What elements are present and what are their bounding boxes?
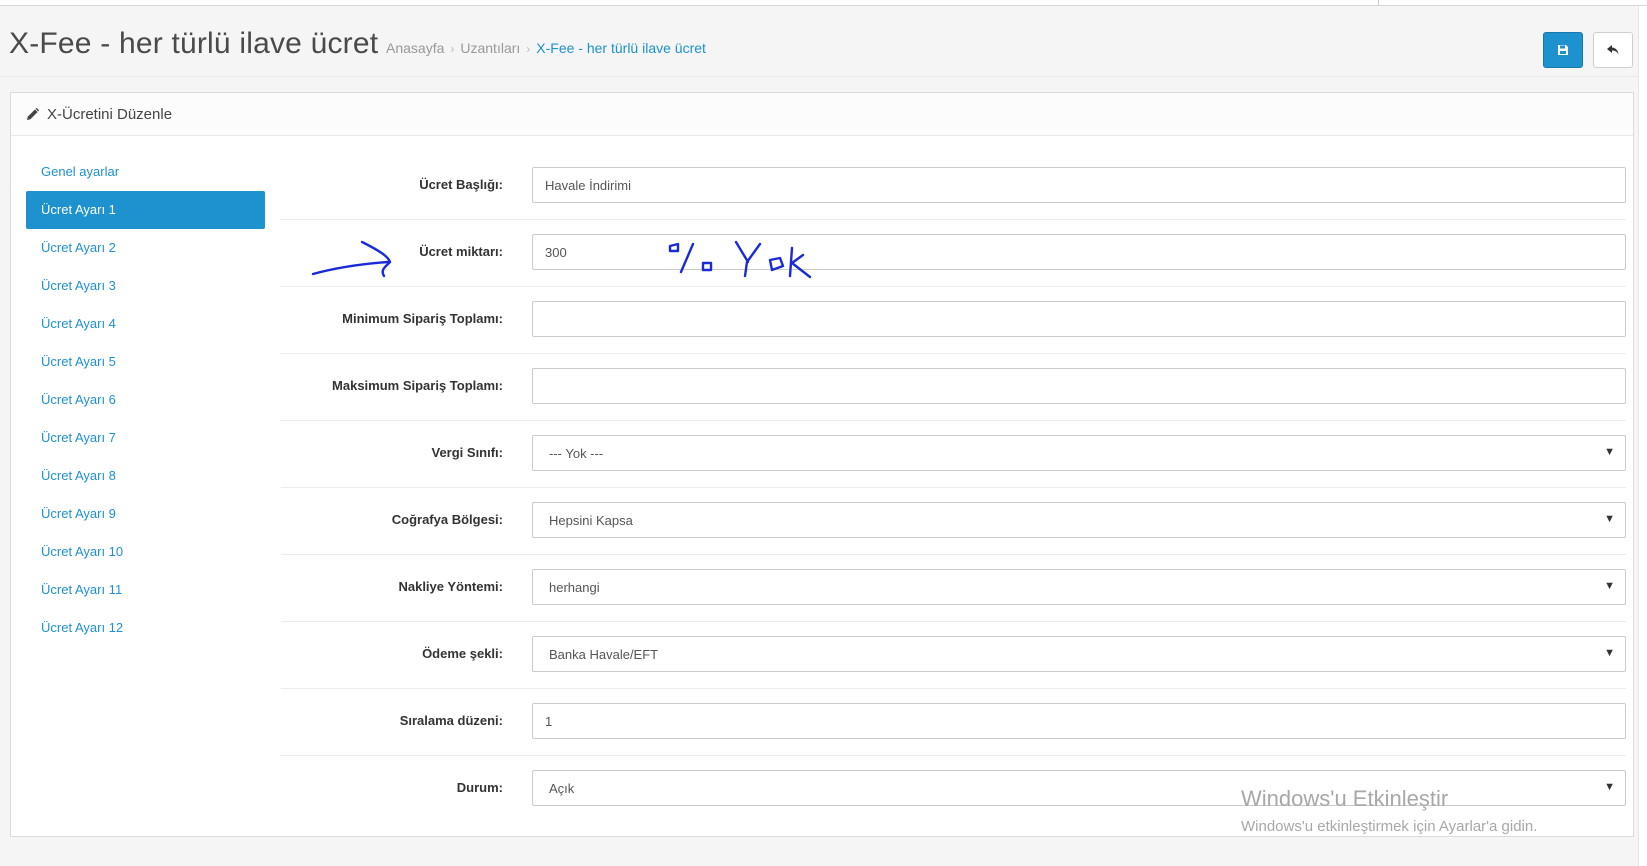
shipping-method-value: herhangi [549,579,600,595]
geo-zone-label: Coğrafya Bölgesi: [391,512,503,527]
payment-method-label: Ödeme şekli: [422,646,503,661]
windows-activation-watermark: Windows'u Etkinleştir Windows'u etkinleş… [1241,786,1537,835]
fee-amount-label: Ücret miktarı: [419,244,503,259]
tax-class-select[interactable]: --- Yok --- ▼ [532,435,1626,471]
geo-zone-value: Hepsini Kapsa [549,512,633,528]
nav-item-fee-12[interactable]: Ücret Ayarı 12 [26,609,265,647]
top-bar-divider [1378,0,1379,6]
fee-form: Ücret Başlığı: Ücret miktarı: Minimum Si… [281,153,1626,823]
max-total-input[interactable] [532,368,1626,404]
sort-order-label: Sıralama düzeni: [399,713,503,728]
nav-item-fee-4[interactable]: Ücret Ayarı 4 [26,305,265,343]
nav-item-fee-5[interactable]: Ücret Ayarı 5 [26,343,265,381]
payment-method-value: Banka Havale/EFT [549,646,659,662]
form-row-title: Ücret Başlığı: [281,153,1626,220]
nav-item-fee-7[interactable]: Ücret Ayarı 7 [26,419,265,457]
geo-zone-select[interactable]: Hepsini Kapsa ▼ [532,502,1626,538]
min-total-label: Minimum Sipariş Toplamı: [342,311,503,326]
max-total-label: Maksimum Sipariş Toplamı: [332,378,503,393]
breadcrumb-separator: › [450,42,455,56]
back-button[interactable] [1593,32,1633,68]
nav-item-general[interactable]: Genel ayarlar [26,153,265,191]
watermark-subtitle: Windows'u etkinleştirmek için Ayarlar'a … [1241,818,1538,835]
fee-amount-input[interactable] [532,234,1626,270]
breadcrumb-extensions[interactable]: Uzantıları [460,40,520,56]
breadcrumb: Anasayfa › Uzantıları › X-Fee - her türlü il… [386,40,706,56]
chevron-down-icon: ▼ [1604,781,1615,793]
form-row-geo-zone: Coğrafya Bölgesi: Hepsini Kapsa ▼ [281,488,1626,555]
min-total-input[interactable] [532,301,1626,337]
form-row-amount: Ücret miktarı: [281,220,1626,287]
chevron-down-icon: ▼ [1604,580,1615,592]
nav-item-fee-3[interactable]: Ücret Ayarı 3 [26,267,265,305]
save-button[interactable] [1543,32,1583,68]
pencil-icon [27,107,39,120]
breadcrumb-home[interactable]: Anasayfa [386,40,444,56]
form-row-sort-order: Sıralama düzeni: [281,689,1626,756]
edit-panel: X-Ücretini Düzenle Genel ayarlar Ücret A… [10,92,1634,837]
panel-heading: X-Ücretini Düzenle [11,93,1633,136]
scrollbar-track[interactable] [1638,6,1647,866]
tax-class-label: Vergi Sınıfı: [431,445,503,460]
chevron-down-icon: ▼ [1604,513,1615,525]
status-value: Açık [549,780,575,796]
status-label: Durum: [456,780,503,795]
breadcrumb-current[interactable]: X-Fee - her türlü ilave ücret [536,40,706,56]
form-row-tax-class: Vergi Sınıfı: --- Yok --- ▼ [281,421,1626,488]
form-row-payment: Ödeme şekli: Banka Havale/EFT ▼ [281,622,1626,689]
tax-class-value: --- Yok --- [549,445,604,461]
payment-method-select[interactable]: Banka Havale/EFT ▼ [532,636,1626,672]
shipping-method-select[interactable]: herhangi ▼ [532,569,1626,605]
reply-icon [1607,45,1619,55]
panel-title: X-Ücretini Düzenle [47,105,173,123]
fee-title-label: Ücret Başlığı: [419,177,503,192]
chevron-down-icon: ▼ [1604,446,1615,458]
page-title: X-Fee - her türlü ilave ücret [9,27,379,60]
shipping-method-label: Nakliye Yöntemi: [398,579,503,594]
nav-item-fee-1[interactable]: Ücret Ayarı 1 [26,191,265,229]
top-bar [0,0,1647,6]
save-icon [1558,45,1568,55]
form-row-shipping: Nakliye Yöntemi: herhangi ▼ [281,555,1626,622]
nav-item-fee-8[interactable]: Ücret Ayarı 8 [26,457,265,495]
breadcrumb-separator: › [526,42,531,56]
nav-item-fee-11[interactable]: Ücret Ayarı 11 [26,571,265,609]
fee-title-input[interactable] [532,167,1626,203]
form-row-max-total: Maksimum Sipariş Toplamı: [281,354,1626,421]
settings-nav: Genel ayarlar Ücret Ayarı 1 Ücret Ayarı … [26,153,265,647]
nav-item-fee-10[interactable]: Ücret Ayarı 10 [26,533,265,571]
nav-item-fee-2[interactable]: Ücret Ayarı 2 [26,229,265,267]
page-header: X-Fee - her türlü ilave ücret Anasayfa › U… [0,7,1638,77]
chevron-down-icon: ▼ [1604,647,1615,659]
nav-item-fee-9[interactable]: Ücret Ayarı 9 [26,495,265,533]
nav-item-fee-6[interactable]: Ücret Ayarı 6 [26,381,265,419]
sort-order-input[interactable] [532,703,1626,739]
watermark-title: Windows'u Etkinleştir [1241,786,1449,811]
form-row-min-total: Minimum Sipariş Toplamı: [281,287,1626,354]
